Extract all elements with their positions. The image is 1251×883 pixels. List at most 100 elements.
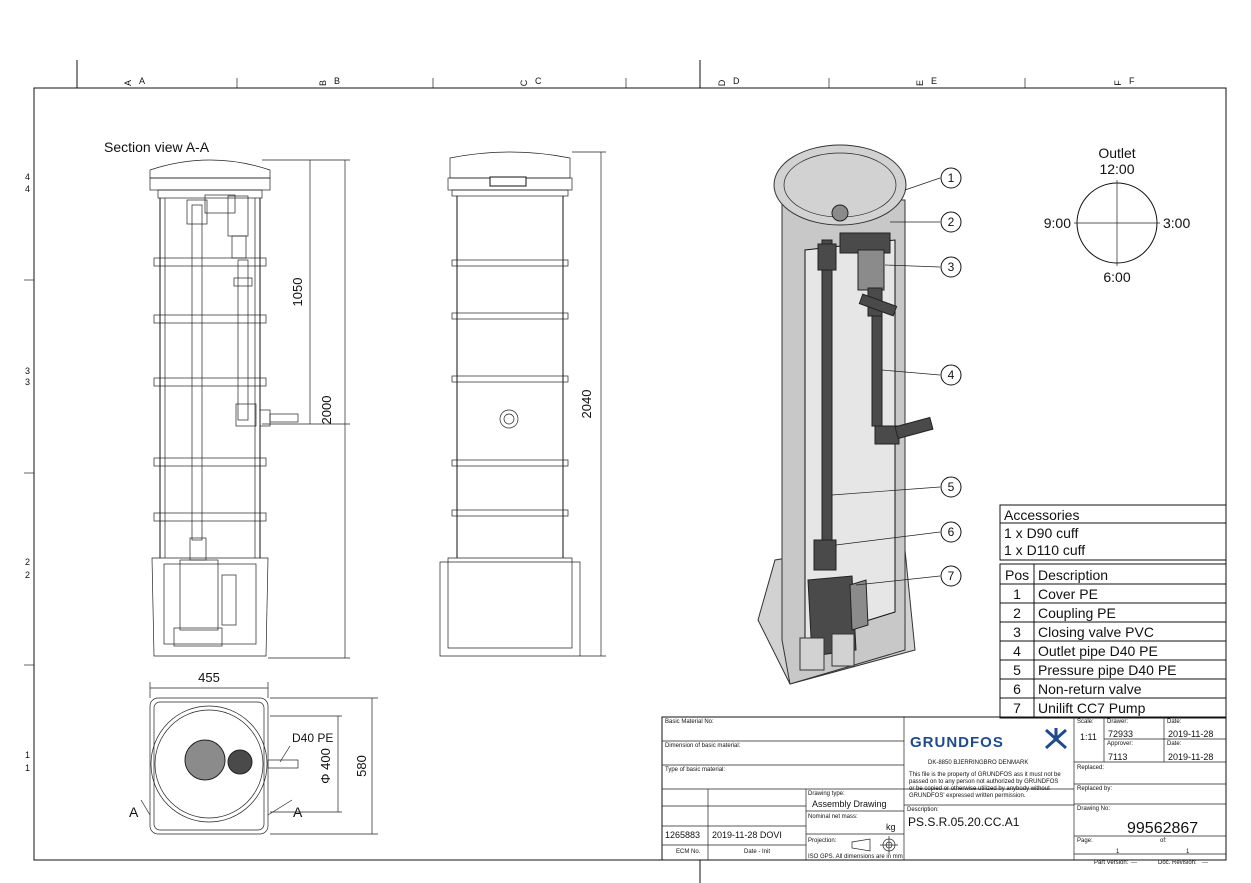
accessory-item: 1 x D110 cuff [1004, 542, 1085, 558]
approver: 7113 [1108, 752, 1127, 762]
col-label: C [535, 76, 542, 86]
date-approved: 2019-11-28 [1168, 752, 1213, 762]
outlet-6: 6:00 [1103, 269, 1130, 285]
callout-3: 3 [940, 256, 962, 278]
drawing-type-label: Drawing type: [808, 791, 845, 797]
row-label: 3 [25, 377, 30, 387]
scale-label: Scale: [1077, 719, 1094, 725]
scale: 1:11 [1080, 732, 1097, 742]
grundfos-logo: GRUNDFOS [910, 728, 1068, 751]
dim-2040: 2040 [579, 390, 594, 419]
accessory-item: 1 x D90 cuff [1004, 525, 1079, 541]
projection-symbol-icon [851, 836, 898, 854]
row-label: 2 [25, 557, 30, 567]
col-label-rot: A [123, 80, 133, 86]
col-label: B [334, 76, 340, 86]
part-version-label: Part Version: [1094, 860, 1129, 866]
description: PS.S.R.05.20.CC.A1 [908, 815, 1020, 829]
accessories-title: Accessories [1004, 507, 1079, 523]
col-label: D [733, 76, 740, 86]
row-label: 4 [25, 184, 30, 194]
callout-1-label: 1 [948, 171, 955, 185]
section-view: Section view A-A 1050 2000 [104, 139, 350, 659]
doc-revision-label: Doc. Revision: [1158, 860, 1197, 866]
legal-line: passed on to any person not authorized b… [909, 779, 1058, 785]
outlet-9: 9:00 [1044, 215, 1071, 231]
type-basic-material-label: Type of basic material: [665, 767, 725, 773]
doc-revision: --- [1202, 860, 1208, 866]
accessories-table: Accessories 1 x D90 cuff 1 x D110 cuff [999, 504, 1227, 561]
row-label: 2 [25, 570, 30, 580]
date-label: Date: [1167, 719, 1182, 725]
parts-pos: 4 [1013, 643, 1021, 659]
legal-line: This file is the property of GRUNDFOS as… [909, 772, 1061, 778]
iso-note: ISO GPS. All dimensions are in mm [808, 854, 903, 860]
parts-desc: Unilift CC7 Pump [1038, 700, 1146, 716]
dim-2000: 2000 [319, 396, 334, 425]
callout-3-label: 3 [948, 260, 955, 274]
parts-pos: 2 [1013, 605, 1021, 621]
title-block: Basic Material No: Dimension of basic ma… [661, 716, 1227, 866]
drawing-no: 99562867 [1127, 820, 1198, 837]
isometric-view: 1 2 3 4 5 6 7 [757, 144, 962, 685]
callout-6-label: 6 [948, 525, 955, 539]
drawing-sheet: A A B B C C D D E E F F 4 4 3 3 2 2 1 1 … [24, 60, 1227, 883]
drawing-no-label: Drawing No: [1077, 806, 1110, 812]
dim-diameter: Φ 400 [318, 748, 333, 784]
legal-line: or be copied or otherwise utilized by an… [909, 786, 1050, 792]
parts-table: Pos Description 1 Cover PE 2 Coupling PE… [999, 563, 1227, 719]
date-drawn: 2019-11-28 [1168, 729, 1213, 739]
drawing-type: Assembly Drawing [812, 799, 887, 809]
cut-label-left: A [129, 804, 139, 820]
parts-desc: Coupling PE [1038, 605, 1116, 621]
parts-desc: Cover PE [1038, 586, 1098, 602]
col-label-rot: C [519, 79, 529, 86]
parts-header-pos: Pos [1005, 567, 1029, 583]
callout-2-label: 2 [948, 215, 955, 229]
outlet-clock: Outlet 12:00 6:00 9:00 3:00 [1044, 145, 1191, 285]
basic-material-label: Basic Material No: [665, 719, 714, 725]
ecm-value: 1265883 [665, 830, 700, 840]
callout-5: 5 [940, 476, 962, 498]
replaced-by-label: Replaced by: [1077, 786, 1112, 792]
callout-6: 6 [940, 521, 962, 543]
parts-pos: 5 [1013, 662, 1021, 678]
grundfos-mark-icon [1044, 728, 1068, 750]
description-label: Description: [907, 807, 939, 813]
callout-7: 7 [940, 565, 962, 587]
date-init-value: 2019-11-28 DOVI [712, 830, 782, 840]
outlet-title: Outlet [1098, 145, 1135, 161]
parts-desc: Outlet pipe D40 PE [1038, 643, 1158, 659]
col-label: A [139, 76, 145, 86]
row-label: 4 [25, 172, 30, 182]
ecm-label: ECM No. [676, 849, 701, 855]
row-label: 3 [25, 366, 30, 376]
col-label: F [1129, 76, 1135, 86]
parts-pos: 6 [1013, 681, 1021, 697]
row-label: 1 [25, 763, 30, 773]
dim-1050: 1050 [290, 278, 305, 307]
outlet-pipe-label: D40 PE [292, 731, 333, 745]
callout-2: 2 [940, 211, 962, 233]
mass-unit: kg [886, 822, 896, 832]
parts-pos: 3 [1013, 624, 1021, 640]
part-version: --- [1131, 860, 1137, 866]
address: DK-8850 BJERRINGBRO DENMARK [928, 760, 1028, 766]
outlet-12: 12:00 [1099, 161, 1134, 177]
date-init-label: Date - Init [744, 849, 770, 855]
row-label: 1 [25, 750, 30, 760]
parts-pos: 7 [1013, 700, 1021, 716]
approver-label: Approver: [1107, 741, 1133, 747]
parts-header-desc: Description [1038, 567, 1108, 583]
page-label: Page: [1077, 838, 1093, 844]
dimension-basic-material-label: Dimension of basic material: [665, 743, 741, 749]
column-labels: A A B B C C D D E E F F [123, 76, 1135, 86]
parts-desc: Pressure pipe D40 PE [1038, 662, 1177, 678]
projection-label: Projection: [808, 838, 837, 844]
parts-pos: 1 [1013, 586, 1021, 602]
side-view: 2040 [439, 151, 606, 657]
col-label-rot: B [318, 80, 328, 86]
drawer: 72933 [1108, 729, 1133, 739]
drawer-label: Drawer: [1107, 719, 1128, 725]
col-label: E [931, 76, 937, 86]
